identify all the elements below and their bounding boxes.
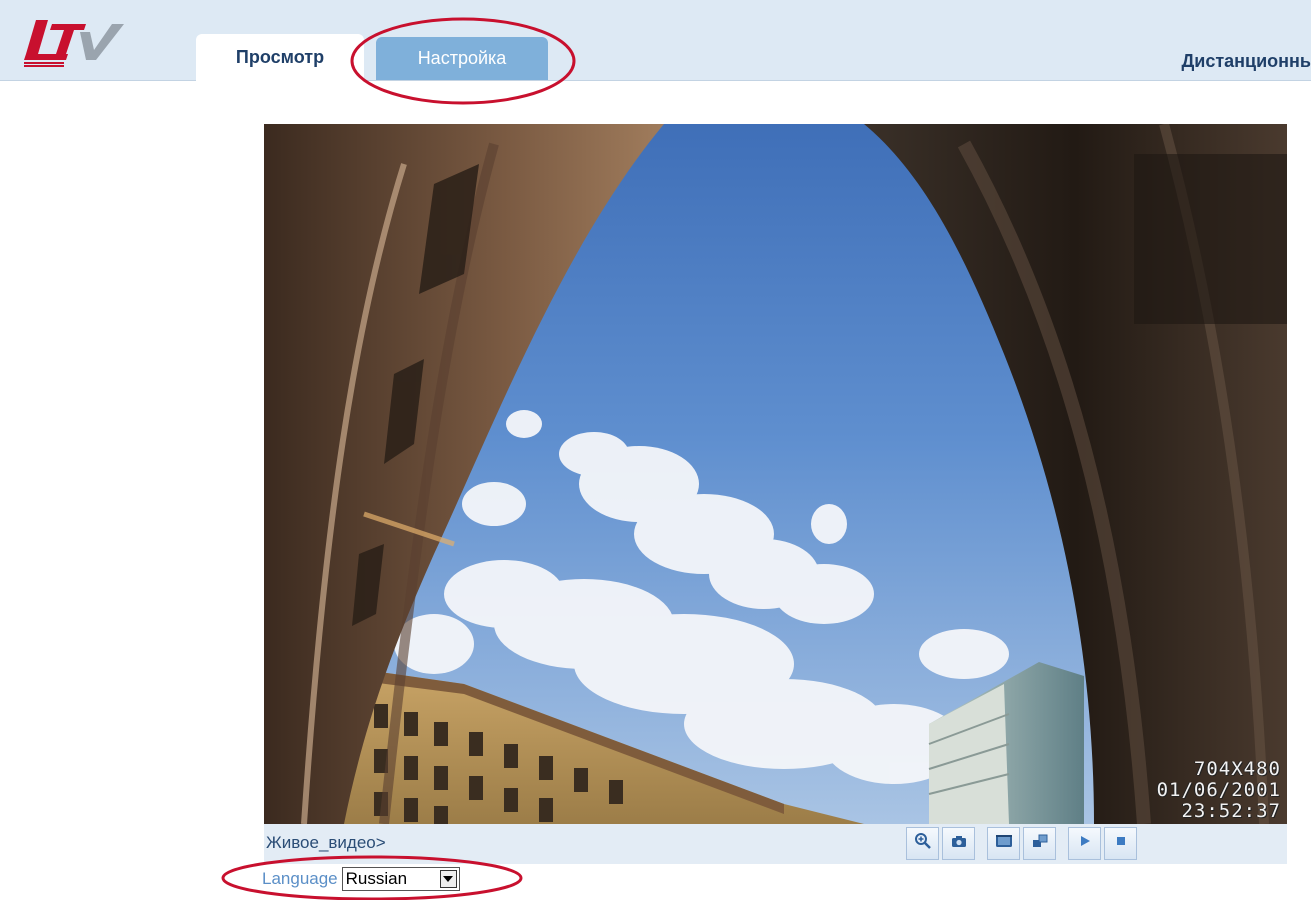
tab-view-label: Просмотр xyxy=(235,47,325,67)
video-osd: 704X480 01/06/2001 23:52:37 xyxy=(1157,759,1281,822)
remote-link[interactable]: Дистанционнь xyxy=(1181,51,1311,72)
osd-time: 23:52:37 xyxy=(1181,800,1281,822)
fullscreen-button[interactable] xyxy=(1023,827,1056,860)
tab-settings-label: Настройка xyxy=(417,48,507,68)
tab-view[interactable]: Просмотр xyxy=(196,34,364,81)
language-label: Language xyxy=(262,869,338,888)
stop-icon xyxy=(1114,834,1128,853)
zoom-button[interactable] xyxy=(906,827,939,860)
play-icon xyxy=(1078,834,1092,853)
video-buttons xyxy=(906,827,1137,860)
play-button[interactable] xyxy=(1068,827,1101,860)
ltv-logo xyxy=(22,18,130,68)
osd-resolution: 704X480 xyxy=(1193,758,1281,780)
top-header: Просмотр Настройка Дистанционнь xyxy=(0,0,1311,81)
live-video-view[interactable]: 704X480 01/06/2001 23:52:37 xyxy=(264,124,1287,824)
record-button[interactable] xyxy=(987,827,1020,860)
language-row: Language Russian xyxy=(262,866,460,892)
snapshot-button[interactable] xyxy=(942,827,975,860)
zoom-in-icon xyxy=(914,832,932,855)
page: Просмотр Настройка Дистанционнь 704X480 … xyxy=(0,0,1311,900)
language-selected-value: Russian xyxy=(345,869,408,888)
chevron-down-icon[interactable] xyxy=(439,870,457,888)
record-icon xyxy=(994,832,1014,855)
breadcrumb: Живое_видео> xyxy=(266,833,386,852)
osd-date: 01/06/2001 xyxy=(1156,779,1281,801)
video-control-bar: Живое_видео> xyxy=(264,824,1287,864)
tab-settings[interactable]: Настройка xyxy=(376,37,548,80)
camera-snapshot-icon xyxy=(950,832,968,855)
fullscreen-icon xyxy=(1031,832,1049,855)
language-select[interactable]: Russian xyxy=(341,867,460,891)
camera-frame-image xyxy=(264,124,1287,824)
stop-button[interactable] xyxy=(1104,827,1137,860)
